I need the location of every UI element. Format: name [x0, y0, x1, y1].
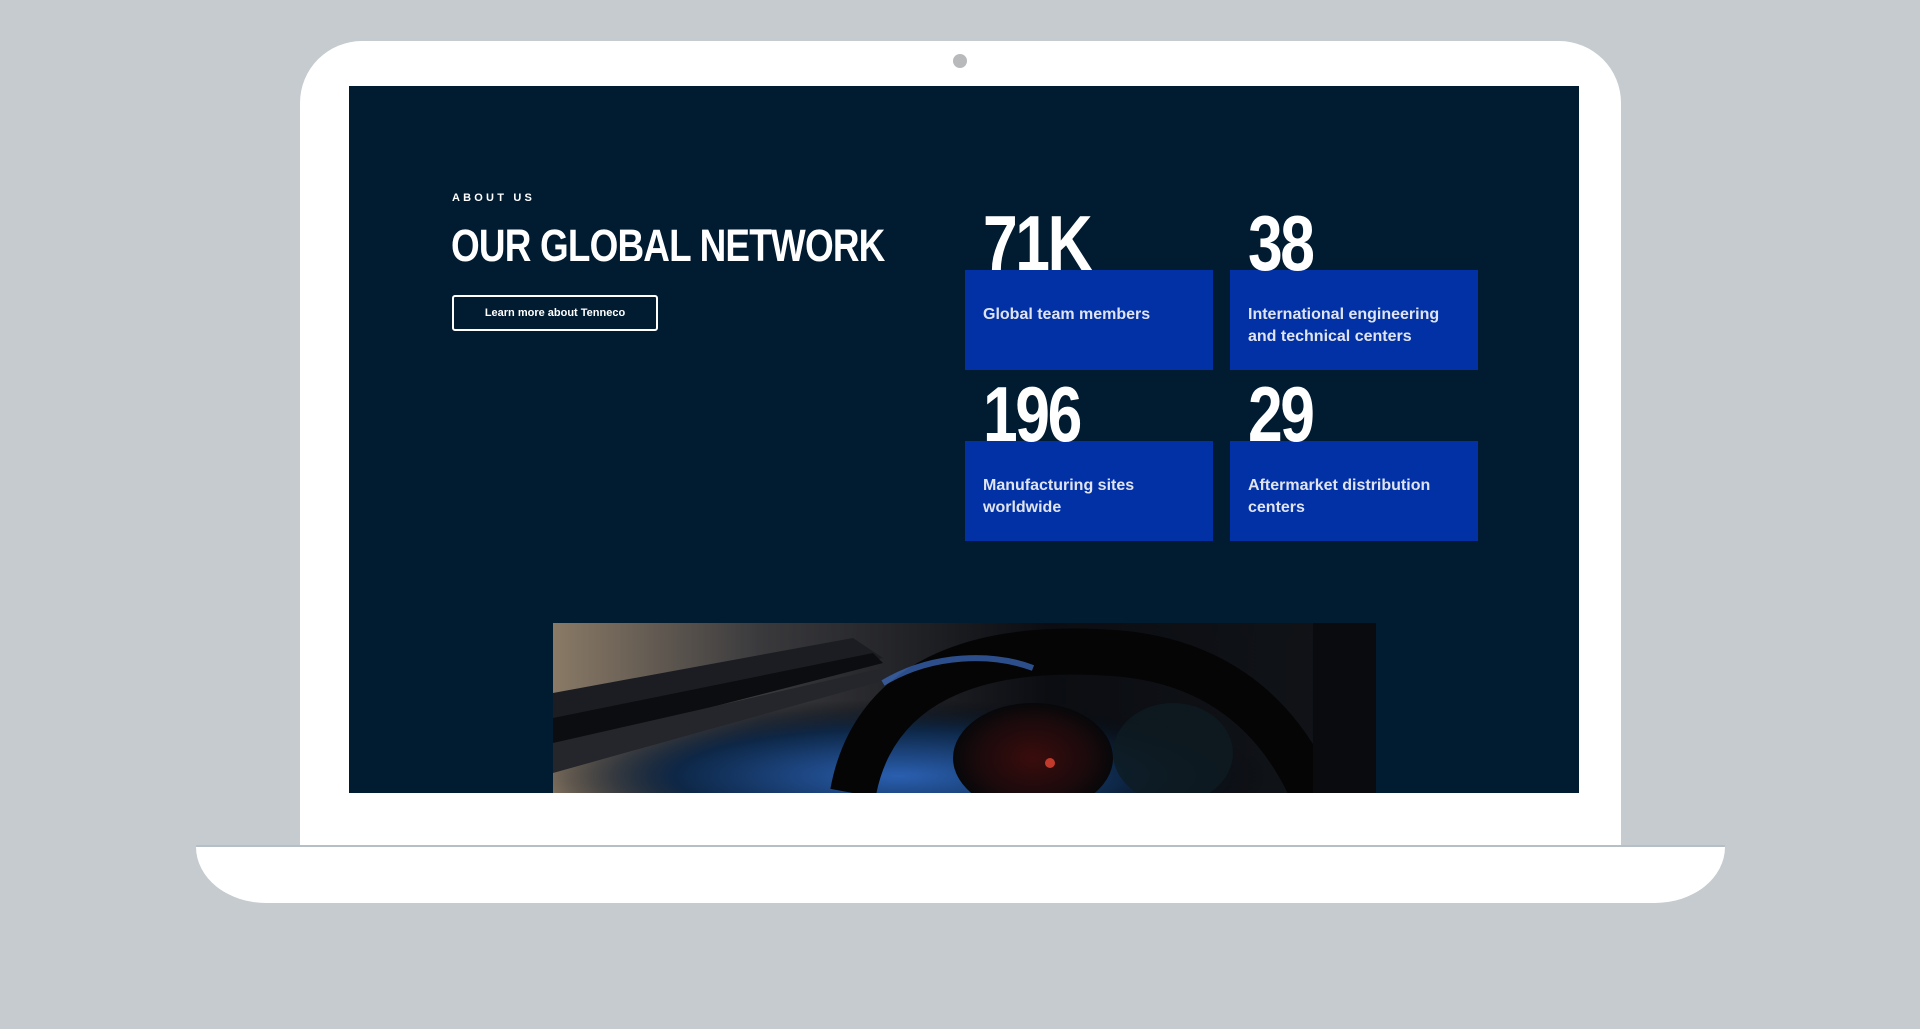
car-dashboard-image — [553, 623, 1376, 793]
laptop-base — [196, 845, 1725, 903]
stat-label: Global team members — [983, 306, 1151, 323]
stat-card-manufacturing-sites: 196 Manufacturing sites worldwide — [965, 371, 1213, 543]
section-eyebrow: ABOUT US — [452, 192, 536, 204]
stat-card-engineering-centers: 38 International engineering and technic… — [1230, 200, 1478, 372]
stat-value: 29 — [1248, 370, 1315, 458]
mockup-stage: ABOUT US OUR GLOBAL NETWORK Learn more a… — [0, 0, 1920, 1029]
camera-icon — [953, 54, 967, 68]
stat-card-distribution-centers: 29 Aftermarket distribution centers — [1230, 371, 1478, 543]
stat-value: 71K — [983, 199, 1093, 287]
stat-card-team-members: 71K Global team members — [965, 200, 1213, 372]
laptop-screen: ABOUT US OUR GLOBAL NETWORK Learn more a… — [349, 86, 1579, 793]
stat-label: International engineering and technical … — [1248, 306, 1440, 345]
section-title: OUR GLOBAL NETWORK — [451, 220, 885, 271]
learn-more-button[interactable]: Learn more about Tenneco — [452, 295, 658, 331]
stat-value: 38 — [1248, 199, 1315, 287]
stat-value: 196 — [983, 370, 1082, 458]
stat-label: Aftermarket distribution centers — [1248, 477, 1431, 516]
stat-label: Manufacturing sites worldwide — [983, 477, 1135, 516]
